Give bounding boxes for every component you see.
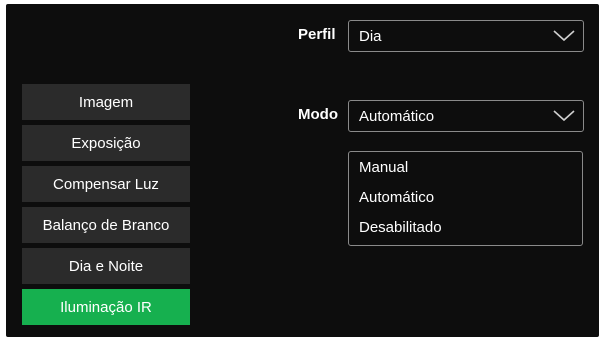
- settings-panel: Imagem Exposição Compensar Luz Balanço d…: [6, 4, 599, 337]
- chevron-down-icon: [551, 108, 577, 124]
- menu-item-compensar-luz[interactable]: Compensar Luz: [22, 166, 190, 202]
- menu-item-exposicao[interactable]: Exposição: [22, 125, 190, 161]
- menu-item-balanco-de-branco[interactable]: Balanço de Branco: [22, 207, 190, 243]
- profile-select-value: Dia: [359, 27, 382, 45]
- menu-item-imagem[interactable]: Imagem: [22, 84, 190, 120]
- mode-option-manual[interactable]: Manual: [349, 156, 582, 186]
- chevron-down-icon: [551, 28, 577, 44]
- profile-label: Perfil: [298, 26, 336, 43]
- mode-option-automatico[interactable]: Automático: [349, 186, 582, 216]
- menu-item-iluminacao-ir[interactable]: Iluminação IR: [22, 289, 190, 325]
- mode-select[interactable]: Automático: [348, 100, 584, 132]
- menu-item-dia-e-noite[interactable]: Dia e Noite: [22, 248, 190, 284]
- mode-option-desabilitado[interactable]: Desabilitado: [349, 216, 582, 246]
- mode-select-value: Automático: [359, 107, 435, 125]
- side-menu: Imagem Exposição Compensar Luz Balanço d…: [22, 84, 190, 330]
- mode-label: Modo: [298, 106, 338, 123]
- profile-select[interactable]: Dia: [348, 20, 584, 52]
- mode-dropdown-list: Manual Automático Desabilitado: [348, 151, 583, 246]
